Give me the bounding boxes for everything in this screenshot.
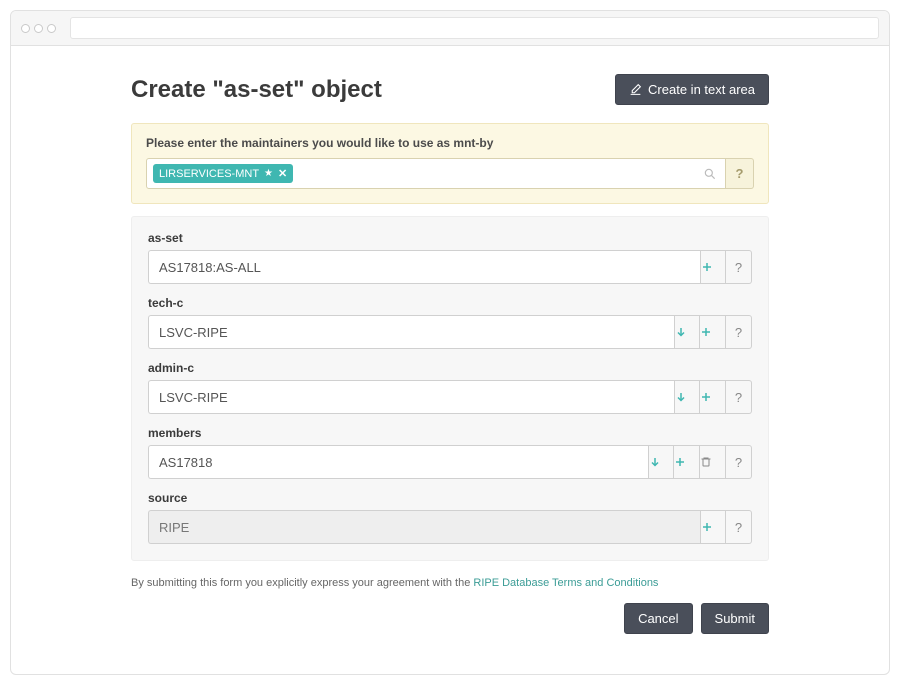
edit-icon bbox=[629, 83, 642, 96]
source-label: source bbox=[148, 491, 752, 505]
add-button[interactable] bbox=[700, 380, 726, 414]
traffic-dot bbox=[21, 24, 30, 33]
help-button[interactable]: ? bbox=[726, 250, 752, 284]
source-input bbox=[148, 510, 700, 544]
tech-c-label: tech-c bbox=[148, 296, 752, 310]
help-button[interactable]: ? bbox=[726, 380, 752, 414]
tech-c-input[interactable] bbox=[148, 315, 674, 349]
field-tech-c: tech-c ? bbox=[148, 296, 752, 349]
maintainer-tag: LIRSERVICES-MNT ★ ✕ bbox=[153, 164, 293, 183]
address-bar[interactable] bbox=[70, 17, 879, 39]
maintainers-input-row: LIRSERVICES-MNT ★ ✕ ? bbox=[146, 158, 754, 189]
arrow-down-button[interactable] bbox=[674, 315, 700, 349]
agreement-text: By submitting this form you explicitly e… bbox=[131, 577, 769, 589]
admin-c-input[interactable] bbox=[148, 380, 674, 414]
add-button[interactable] bbox=[700, 315, 726, 349]
terms-link[interactable]: RIPE Database Terms and Conditions bbox=[473, 577, 658, 589]
page-title: Create "as-set" object bbox=[131, 76, 382, 104]
members-label: members bbox=[148, 426, 752, 440]
footer-actions: Cancel Submit bbox=[131, 603, 769, 634]
create-in-text-area-label: Create in text area bbox=[648, 82, 755, 97]
maintainers-label: Please enter the maintainers you would l… bbox=[146, 136, 754, 150]
page-content: Create "as-set" object Create in text ar… bbox=[11, 46, 889, 674]
delete-button[interactable] bbox=[700, 445, 726, 479]
mnt-by-input[interactable]: LIRSERVICES-MNT ★ ✕ bbox=[146, 158, 726, 189]
submit-button[interactable]: Submit bbox=[701, 603, 769, 634]
field-as-set: as-set ? bbox=[148, 231, 752, 284]
browser-frame: Create "as-set" object Create in text ar… bbox=[10, 10, 890, 675]
field-source: source ? bbox=[148, 491, 752, 544]
help-button[interactable]: ? bbox=[726, 445, 752, 479]
arrow-down-button[interactable] bbox=[674, 380, 700, 414]
search-icon bbox=[703, 167, 717, 181]
browser-chrome-bar bbox=[11, 11, 889, 46]
field-admin-c: admin-c ? bbox=[148, 361, 752, 414]
field-members: members ? bbox=[148, 426, 752, 479]
as-set-label: as-set bbox=[148, 231, 752, 245]
maintainers-panel: Please enter the maintainers you would l… bbox=[131, 123, 769, 204]
header-row: Create "as-set" object Create in text ar… bbox=[131, 74, 769, 105]
as-set-input[interactable] bbox=[148, 250, 700, 284]
traffic-dot bbox=[47, 24, 56, 33]
admin-c-label: admin-c bbox=[148, 361, 752, 375]
members-input[interactable] bbox=[148, 445, 648, 479]
remove-tag-button[interactable]: ✕ bbox=[278, 167, 287, 180]
agreement-prefix: By submitting this form you explicitly e… bbox=[131, 577, 473, 589]
arrow-down-button[interactable] bbox=[648, 445, 674, 479]
add-button[interactable] bbox=[674, 445, 700, 479]
star-icon: ★ bbox=[264, 168, 273, 179]
add-button[interactable] bbox=[700, 250, 726, 284]
create-in-text-area-button[interactable]: Create in text area bbox=[615, 74, 769, 105]
traffic-dot bbox=[34, 24, 43, 33]
cancel-button[interactable]: Cancel bbox=[624, 603, 692, 634]
help-button[interactable]: ? bbox=[726, 315, 752, 349]
add-button[interactable] bbox=[700, 510, 726, 544]
maintainer-tag-label: LIRSERVICES-MNT bbox=[159, 168, 259, 180]
window-controls bbox=[21, 24, 56, 33]
help-button[interactable]: ? bbox=[726, 510, 752, 544]
form-panel: as-set ? tech-c bbox=[131, 216, 769, 561]
help-button[interactable]: ? bbox=[726, 158, 754, 189]
